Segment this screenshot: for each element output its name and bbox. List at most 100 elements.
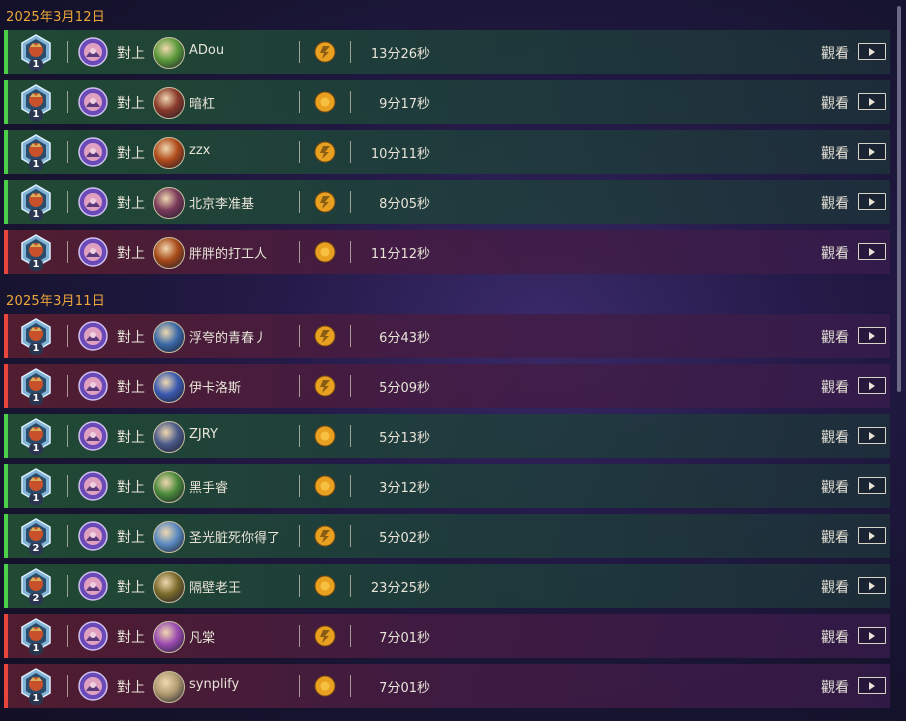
watch-label[interactable]: 觀看 bbox=[821, 477, 849, 497]
vs-label: 對上 bbox=[117, 196, 145, 212]
hero-portrait-icon bbox=[78, 37, 108, 67]
play-button[interactable] bbox=[858, 243, 886, 260]
watch-label[interactable]: 觀看 bbox=[821, 93, 849, 113]
watch-label[interactable]: 觀看 bbox=[821, 677, 849, 697]
match-row[interactable]: 1 對上 暗杠 9分17秒 觀看 bbox=[4, 80, 890, 124]
rank-badge-icon: 1 bbox=[19, 34, 53, 71]
opponent-avatar-icon bbox=[153, 621, 185, 653]
play-button[interactable] bbox=[858, 577, 886, 594]
match-duration: 7分01秒 bbox=[379, 681, 430, 696]
play-button[interactable] bbox=[858, 527, 886, 544]
opponent-avatar-icon bbox=[153, 521, 185, 553]
match-row[interactable]: 2 對上 圣光脏死你得了 5分02秒 觀看 bbox=[4, 514, 890, 558]
opponent-avatar-icon bbox=[153, 37, 185, 69]
match-duration: 13分26秒 bbox=[370, 47, 430, 62]
opponent-name: 伊卡洛斯 bbox=[189, 381, 242, 396]
opponent-name: 黑手睿 bbox=[189, 481, 229, 496]
hero-portrait-icon bbox=[78, 321, 108, 351]
watch-label[interactable]: 觀看 bbox=[821, 143, 849, 163]
divider bbox=[299, 41, 300, 63]
date-header: 2025年3月11日 bbox=[6, 294, 105, 309]
play-button[interactable] bbox=[858, 427, 886, 444]
match-row[interactable]: 1 對上 浮夸的青春丿 6分43秒 觀看 bbox=[4, 314, 890, 358]
match-duration: 5分13秒 bbox=[379, 431, 430, 446]
rank-badge-icon: 1 bbox=[19, 234, 53, 271]
hero-portrait-icon bbox=[78, 237, 108, 267]
vs-label: 對上 bbox=[117, 630, 145, 646]
vs-label: 對上 bbox=[117, 480, 145, 496]
play-icon bbox=[869, 98, 875, 106]
rank-number: 2 bbox=[29, 543, 43, 555]
divider bbox=[67, 241, 68, 263]
hero-portrait-icon bbox=[78, 421, 108, 451]
match-row[interactable]: 2 對上 隔壁老王 23分25秒 觀看 bbox=[4, 564, 890, 608]
coin-icon bbox=[314, 241, 336, 263]
play-button[interactable] bbox=[858, 93, 886, 110]
coin-used-icon bbox=[314, 525, 336, 547]
divider bbox=[67, 475, 68, 497]
hero-portrait-icon bbox=[78, 521, 108, 551]
opponent-name: 浮夸的青春丿 bbox=[189, 331, 268, 346]
opponent-avatar-icon bbox=[153, 671, 185, 703]
watch-label[interactable]: 觀看 bbox=[821, 243, 849, 263]
match-duration: 6分43秒 bbox=[379, 331, 430, 346]
vs-label: 對上 bbox=[117, 380, 145, 396]
play-button[interactable] bbox=[858, 193, 886, 210]
play-icon bbox=[869, 198, 875, 206]
vs-label: 對上 bbox=[117, 146, 145, 162]
play-button[interactable] bbox=[858, 143, 886, 160]
play-icon bbox=[869, 582, 875, 590]
watch-label[interactable]: 觀看 bbox=[821, 577, 849, 597]
hero-portrait-icon bbox=[78, 471, 108, 501]
play-icon bbox=[869, 632, 875, 640]
divider bbox=[67, 325, 68, 347]
match-row[interactable]: 1 對上 zzx 10分11秒 觀看 bbox=[4, 130, 890, 174]
opponent-avatar-icon bbox=[153, 321, 185, 353]
match-row[interactable]: 1 對上 伊卡洛斯 5分09秒 觀看 bbox=[4, 364, 890, 408]
rank-number: 1 bbox=[29, 393, 43, 405]
play-button[interactable] bbox=[858, 477, 886, 494]
watch-label[interactable]: 觀看 bbox=[821, 427, 849, 447]
coin-used-icon bbox=[314, 41, 336, 63]
hero-portrait-icon bbox=[78, 621, 108, 651]
vs-label: 對上 bbox=[117, 580, 145, 596]
rank-badge-icon: 1 bbox=[19, 134, 53, 171]
play-button[interactable] bbox=[858, 677, 886, 694]
scrollbar[interactable] bbox=[897, 6, 901, 392]
opponent-avatar-icon bbox=[153, 571, 185, 603]
rank-badge-icon: 1 bbox=[19, 418, 53, 455]
match-row[interactable]: 1 對上 黑手睿 3分12秒 觀看 bbox=[4, 464, 890, 508]
play-icon bbox=[869, 48, 875, 56]
opponent-avatar-icon bbox=[153, 371, 185, 403]
watch-label[interactable]: 觀看 bbox=[821, 193, 849, 213]
rank-number: 1 bbox=[29, 643, 43, 655]
match-row[interactable]: 1 對上 ADou 13分26秒 觀看 bbox=[4, 30, 890, 74]
watch-label[interactable]: 觀看 bbox=[821, 627, 849, 647]
match-row[interactable]: 1 對上 凡棠 7分01秒 觀看 bbox=[4, 614, 890, 658]
hero-portrait-icon bbox=[78, 137, 108, 167]
rank-number: 1 bbox=[29, 443, 43, 455]
match-row[interactable]: 1 對上 synplify 7分01秒 觀看 bbox=[4, 664, 890, 708]
rank-badge-icon: 1 bbox=[19, 184, 53, 221]
divider bbox=[67, 625, 68, 647]
watch-label[interactable]: 觀看 bbox=[821, 43, 849, 63]
divider bbox=[67, 191, 68, 213]
watch-label[interactable]: 觀看 bbox=[821, 377, 849, 397]
rank-number: 1 bbox=[29, 159, 43, 171]
divider bbox=[67, 575, 68, 597]
play-button[interactable] bbox=[858, 627, 886, 644]
divider bbox=[67, 525, 68, 547]
divider bbox=[299, 675, 300, 697]
play-icon bbox=[869, 482, 875, 490]
play-button[interactable] bbox=[858, 327, 886, 344]
match-row[interactable]: 1 對上 北京李准基 8分05秒 觀看 bbox=[4, 180, 890, 224]
play-button[interactable] bbox=[858, 377, 886, 394]
match-row[interactable]: 1 對上 胖胖的打工人 11分12秒 觀看 bbox=[4, 230, 890, 274]
divider bbox=[67, 675, 68, 697]
divider bbox=[299, 91, 300, 113]
watch-label[interactable]: 觀看 bbox=[821, 527, 849, 547]
watch-label[interactable]: 觀看 bbox=[821, 327, 849, 347]
play-button[interactable] bbox=[858, 43, 886, 60]
play-icon bbox=[869, 248, 875, 256]
match-row[interactable]: 1 對上 ZJRY 5分13秒 觀看 bbox=[4, 414, 890, 458]
